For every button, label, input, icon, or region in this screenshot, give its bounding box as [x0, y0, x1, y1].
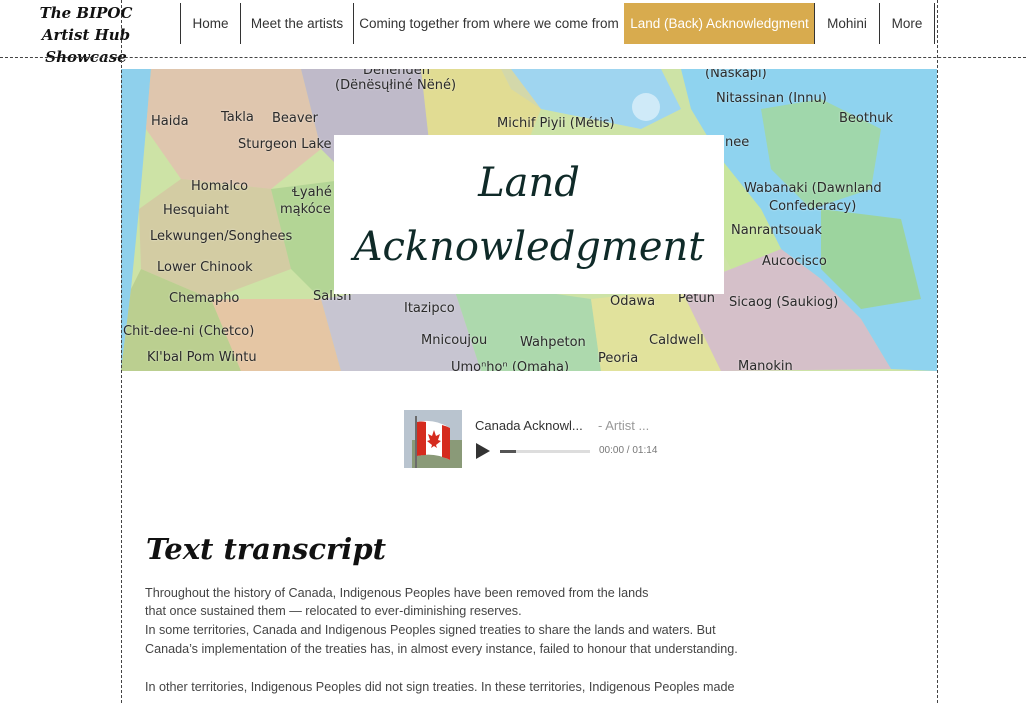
- main-nav: Home Meet the artists Coming together fr…: [180, 3, 935, 44]
- header-divider: [0, 57, 1026, 58]
- map-label: Caldwell: [649, 333, 704, 348]
- map-label: (Dënësųłiné Nëné): [335, 78, 457, 93]
- map-label: Homalco: [191, 179, 249, 194]
- map-label: Nanrantsouak: [731, 223, 823, 238]
- progress-bar[interactable]: [500, 450, 590, 453]
- map-label: Itazipco: [404, 301, 455, 316]
- nav-item-coming-together[interactable]: Coming together from where we come from: [353, 3, 624, 44]
- map-label: Hesquiaht: [163, 203, 229, 218]
- transcript-line: that once sustained them — relocated to …: [145, 604, 522, 618]
- nav-item-mohini[interactable]: Mohini: [814, 3, 879, 44]
- audio-player: Canada Acknowl... - Artist ... 00:00 / 0…: [404, 410, 664, 468]
- map-label: Nitassinan (Innu): [716, 91, 827, 106]
- map-label: Kl'bal Pom Wintu: [147, 350, 257, 365]
- map-label: (Naskapi): [705, 69, 767, 81]
- map-label: Takla: [221, 110, 254, 125]
- map-label: Mnicoujou: [421, 333, 488, 348]
- transcript-line: In other territories, Indigenous Peoples…: [145, 680, 735, 694]
- map-label: Wahpeton: [520, 335, 586, 350]
- transcript-line: In some territories, Canada and Indigeno…: [145, 623, 716, 637]
- map-label: Chemapho: [169, 291, 240, 306]
- map-label: Beaver: [272, 111, 318, 126]
- map-label: Manokin: [738, 359, 793, 371]
- map-label: Umoⁿhoⁿ (Omaha): [451, 360, 570, 371]
- play-button[interactable]: [475, 442, 491, 460]
- canada-flag-icon: [404, 410, 462, 468]
- transcript-line: Canada’s implementation of the treaties …: [145, 642, 738, 656]
- page-title-line-2: Acknowledgment: [353, 223, 705, 270]
- map-label: Sturgeon Lake: [238, 137, 332, 152]
- page-title-line-1: Land: [478, 159, 580, 206]
- transcript-heading: Text transcript: [146, 532, 386, 566]
- logo-line-1: The BIPOC: [39, 4, 133, 22]
- map-label: Lekwungen/Songhees: [150, 229, 293, 244]
- map-label: mąkóce: [280, 202, 331, 217]
- map-label: Confederacy): [769, 199, 857, 214]
- track-artist: - Artist ...: [598, 418, 650, 433]
- map-label: Aucocisco: [762, 254, 827, 269]
- site-logo[interactable]: The BIPOC Artist Hub Showcase: [0, 2, 172, 68]
- column-guide-right: [937, 0, 938, 703]
- nav-item-meet-the-artists[interactable]: Meet the artists: [240, 3, 353, 44]
- map-label: Ɬyahé: [292, 185, 332, 200]
- logo-line-2: Artist Hub Showcase: [41, 26, 131, 66]
- map-label: Peoria: [598, 351, 639, 366]
- map-label: Haida: [151, 114, 189, 129]
- transcript-line: Throughout the history of Canada, Indige…: [145, 586, 649, 600]
- map-label: Lower Chinook: [157, 260, 253, 275]
- play-icon: [476, 443, 490, 459]
- hero-banner: Denendeh (Dënësųłiné Nëné) (Naskapi) Nit…: [121, 69, 937, 371]
- map-label: Michif Piyii (Métis): [497, 116, 615, 131]
- map-label: Chit-dee-ni (Chetco): [123, 324, 255, 339]
- map-label: Denendeh: [363, 69, 430, 78]
- nav-item-home[interactable]: Home: [180, 3, 240, 44]
- map-label: Beothuk: [839, 111, 893, 126]
- map-label: Odawa: [610, 294, 656, 309]
- site-header: The BIPOC Artist Hub Showcase Home Meet …: [0, 0, 1026, 66]
- track-title: Canada Acknowl...: [475, 418, 583, 433]
- hero-title-box: Land Acknowledgment: [334, 135, 724, 294]
- map-label: Wabanaki (Dawnland: [744, 181, 882, 196]
- progress-fill: [500, 450, 517, 453]
- column-guide-left: [121, 0, 122, 703]
- nav-item-land-acknowledgment[interactable]: Land (Back) Acknowledgment: [624, 3, 814, 44]
- map-label: nee: [725, 135, 750, 150]
- map-label: Sicaog (Saukiog): [729, 295, 839, 310]
- playback-time: 00:00 / 01:14: [599, 445, 658, 456]
- nav-item-more[interactable]: More: [879, 3, 935, 44]
